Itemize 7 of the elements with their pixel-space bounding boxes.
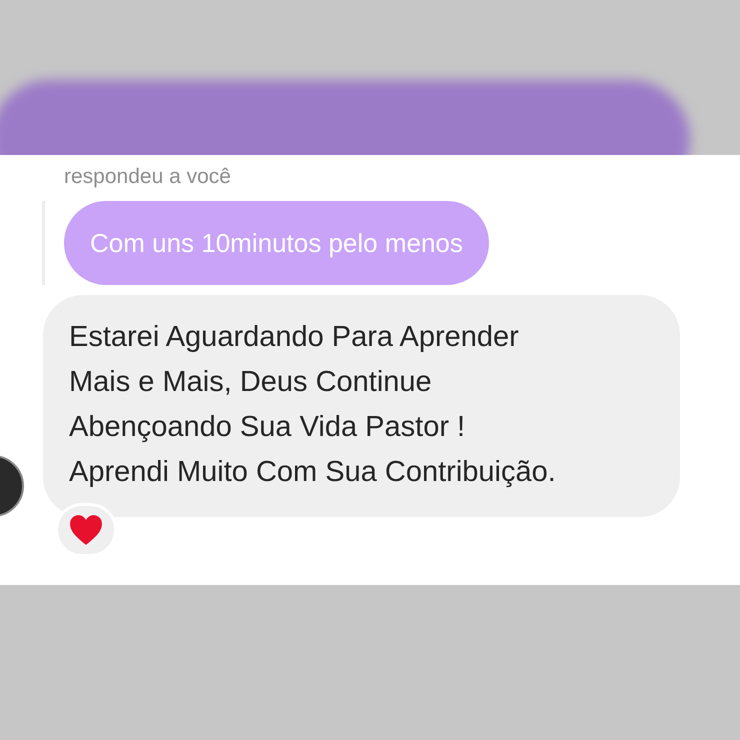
replied-message: Com uns 10minutos pelo menos xyxy=(64,201,489,285)
message-text: Aprendi Muito Com Sua Contribuição. xyxy=(69,455,557,490)
message-text: Estarei Aguardando Para Aprender xyxy=(69,320,520,355)
heart-icon xyxy=(69,514,103,546)
reply-header: respondeu a você xyxy=(64,164,232,190)
message-text: Abençoando Sua Vida Pastor ! xyxy=(69,410,466,445)
message-text: Mais e Mais, Deus Continue xyxy=(69,365,433,400)
